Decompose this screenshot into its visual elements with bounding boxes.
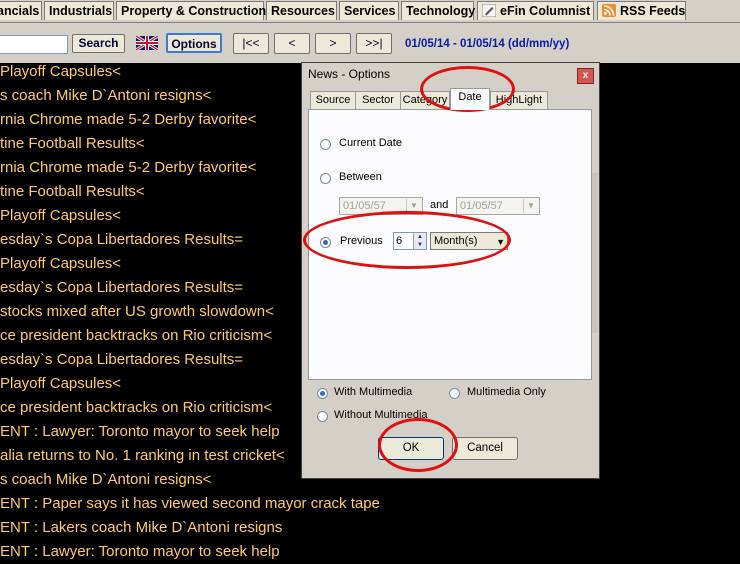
previous-count-spinner[interactable]: 6 ▲ ▼ [393,232,427,250]
news-item[interactable]: ENT : Lakers coach Mike D`Antoni resigns [0,516,740,540]
spinner-arrows-icon[interactable]: ▲ ▼ [413,233,426,249]
tab-label: eFin Columnist [500,4,591,18]
top-tab-bar: ancials Industrials Property & Construct… [0,0,740,23]
options-button[interactable]: Options [166,33,222,53]
tab-date[interactable]: Date [450,88,490,110]
tab-services[interactable]: Services [339,1,399,20]
search-button[interactable]: Search [72,34,125,53]
to-date-picker[interactable]: 01/05/57 ▼ [456,197,540,215]
tab-property-construction[interactable]: Property & Construction [116,1,266,20]
tab-highlight[interactable]: HighLight [490,91,548,109]
with-multimedia-radio[interactable] [317,388,328,399]
news-item[interactable]: ENT : Paper says it has viewed second ma… [0,492,740,516]
previous-radio[interactable] [320,237,331,248]
first-page-button[interactable]: |<< [233,33,269,54]
tab-rss-feeds[interactable]: RSS Feeds [597,1,686,20]
between-radio[interactable] [320,173,331,184]
dialog-title: News - Options [308,67,391,81]
to-date-value: 01/05/57 [460,200,503,212]
date-tab-panel: Current Date Between 01/05/57 ▼ and 01/0… [308,109,592,380]
from-date-value: 01/05/57 [343,200,386,212]
chevron-down-icon: ▼ [496,237,505,247]
news-options-dialog: News - Options x Source Sector Category … [301,62,600,479]
multimedia-only-radio[interactable] [449,388,460,399]
previous-count-value: 6 [396,235,403,247]
close-icon[interactable]: x [577,68,594,84]
scrollbar[interactable] [592,173,598,333]
tab-industrials[interactable]: Industrials [44,1,114,20]
pen-icon [482,4,496,17]
period-unit-value: Month(s) [434,235,478,247]
tab-resources[interactable]: Resources [266,1,337,20]
calendar-dropdown-icon: ▼ [406,199,421,213]
current-date-radio[interactable] [320,139,331,150]
toolbar: Search Options |<< < > >>| 01/05/14 - 01… [0,23,740,63]
tab-efin-columnist[interactable]: eFin Columnist [477,1,594,20]
rss-icon [602,4,616,17]
without-multimedia-radio[interactable] [317,411,328,422]
current-date-label: Current Date [339,137,402,149]
news-item[interactable]: ENT : Lawyer: Toronto mayor to seek help [0,540,740,564]
without-multimedia-label: Without Multimedia [334,409,428,421]
cancel-button[interactable]: Cancel [452,437,518,460]
and-label: and [430,199,449,211]
next-page-button[interactable]: > [315,33,351,54]
tab-sector[interactable]: Sector [355,91,401,109]
previous-label: Previous [340,235,383,247]
last-page-button[interactable]: >>| [356,33,392,54]
tab-label: RSS Feeds [620,4,686,18]
with-multimedia-label: With Multimedia [334,386,413,398]
ok-button[interactable]: OK [378,437,444,460]
tab-financials[interactable]: ancials [0,1,42,20]
period-unit-select[interactable]: Month(s) ▼ [430,232,508,250]
tab-category[interactable]: Category [400,91,450,109]
between-label: Between [339,171,382,183]
multimedia-only-label: Multimedia Only [467,386,546,398]
uk-flag-icon[interactable] [136,36,158,50]
date-range-label: 01/05/14 - 01/05/14 (dd/mm/yy) [405,38,570,50]
calendar-dropdown-icon: ▼ [523,199,538,213]
search-input[interactable] [0,35,68,54]
tab-technology[interactable]: Technology [401,1,475,20]
prev-page-button[interactable]: < [274,33,310,54]
tab-source[interactable]: Source [310,91,356,109]
from-date-picker[interactable]: 01/05/57 ▼ [339,197,423,215]
